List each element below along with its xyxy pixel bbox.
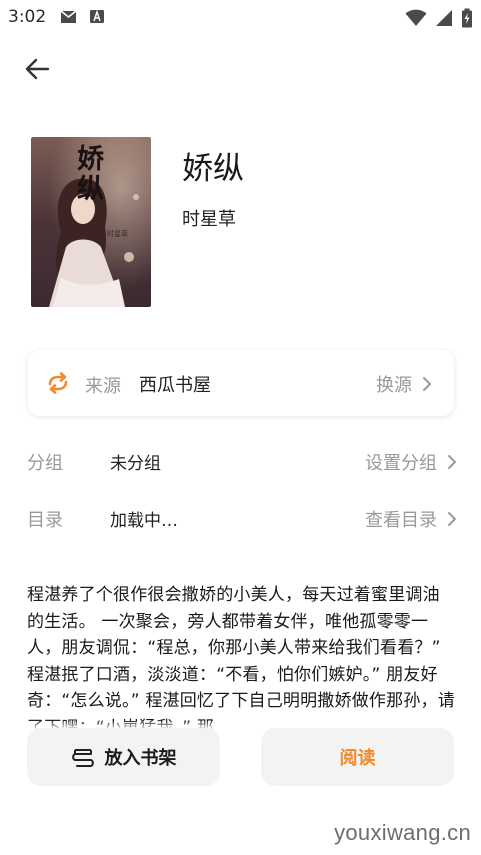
switch-source-icon <box>48 372 68 394</box>
back-button[interactable] <box>20 54 54 84</box>
read-button[interactable]: 阅读 <box>261 728 454 786</box>
catalog-label: 目录 <box>27 510 63 531</box>
source-label: 来源 <box>85 376 121 397</box>
book-title: 娇纵 <box>182 151 244 187</box>
status-bar: 3:02 <box>0 0 481 34</box>
change-source-label: 换源 <box>376 375 412 396</box>
book-author[interactable]: 时星草 <box>182 205 236 231</box>
bookshelf-icon <box>71 749 94 767</box>
add-to-shelf-button[interactable]: 放入书架 <box>27 728 220 786</box>
battery-charging-icon <box>462 8 472 28</box>
catalog-row: 目录 加载中… 查看目录 <box>27 498 457 538</box>
source-card: 来源 西瓜书屋 换源 <box>28 350 454 416</box>
chevron-right-icon <box>448 455 456 469</box>
add-to-shelf-label: 放入书架 <box>104 748 177 769</box>
cover-title-art: 娇纵 <box>77 144 104 205</box>
view-catalog-label: 查看目录 <box>365 510 437 531</box>
gmail-icon <box>60 10 77 23</box>
arrow-left-icon <box>25 58 50 80</box>
set-group-button[interactable]: 设置分组 <box>365 449 457 475</box>
site-watermark: youxiwang.cn <box>334 820 471 845</box>
group-label: 分组 <box>27 453 63 474</box>
change-source-button[interactable]: 换源 <box>376 371 432 397</box>
view-catalog-button[interactable]: 查看目录 <box>365 506 457 532</box>
cover-author-art: 时星草 <box>107 230 128 238</box>
group-value: 未分组 <box>110 454 161 474</box>
source-value: 西瓜书屋 <box>139 375 211 396</box>
set-group-label: 设置分组 <box>365 453 437 474</box>
status-time: 3:02 <box>8 7 47 27</box>
notification-a-icon <box>90 9 104 23</box>
read-label: 阅读 <box>339 748 376 769</box>
book-cover[interactable]: 娇纵 时星草 <box>31 137 151 307</box>
book-summary: 程湛养了个很作很会撒娇的小美人，每天过着蜜里调油的生活。 一次聚会，旁人都带着女… <box>27 585 455 734</box>
group-row: 分组 未分组 设置分组 <box>27 441 457 481</box>
wifi-icon <box>405 9 427 26</box>
cell-signal-icon <box>436 10 452 26</box>
catalog-value: 加载中… <box>110 511 178 531</box>
chevron-right-icon <box>423 377 431 391</box>
chevron-right-icon <box>448 512 456 526</box>
